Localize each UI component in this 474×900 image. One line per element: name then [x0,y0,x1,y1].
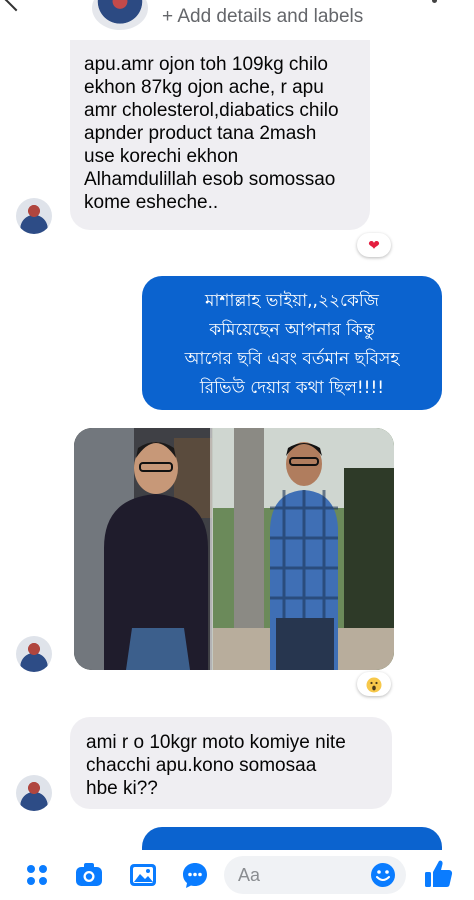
back-icon[interactable] [4,0,28,12]
add-details-link[interactable]: + Add details and labels [162,6,363,28]
more-options-icon[interactable] [432,0,437,3]
message-composer[interactable] [224,856,406,894]
voice-icon[interactable] [180,860,210,890]
wow-reaction[interactable] [357,672,391,696]
contact-avatar-small [16,775,52,811]
contact-avatar[interactable] [92,0,148,30]
camera-icon[interactable] [74,860,104,890]
emoji-icon[interactable] [370,862,396,888]
conversation-header: + Add details and labels [0,0,474,40]
before-after-photo[interactable] [74,428,394,670]
message-bubble-received[interactable]: ami r o 10kgr moto komiye nite chacchi a… [70,717,392,809]
composer-toolbar [0,850,474,900]
menu-dots-icon[interactable] [22,860,52,890]
heart-icon: ❤ [368,237,380,253]
message-input[interactable] [236,864,360,887]
like-icon[interactable] [422,858,454,890]
contact-avatar-small [16,198,52,234]
message-bubble-sent[interactable]: মাশাল্লাহ ভাইয়া,,২২কেজি কমিয়েছেন আপনার… [142,276,442,410]
gallery-icon[interactable] [128,860,158,890]
heart-reaction[interactable]: ❤ [357,233,391,257]
message-bubble-received[interactable]: apu.amr ojon toh 109kg chilo ekhon 87kg … [70,40,370,230]
wow-emoji-icon [366,677,382,693]
contact-avatar-small [16,636,52,672]
